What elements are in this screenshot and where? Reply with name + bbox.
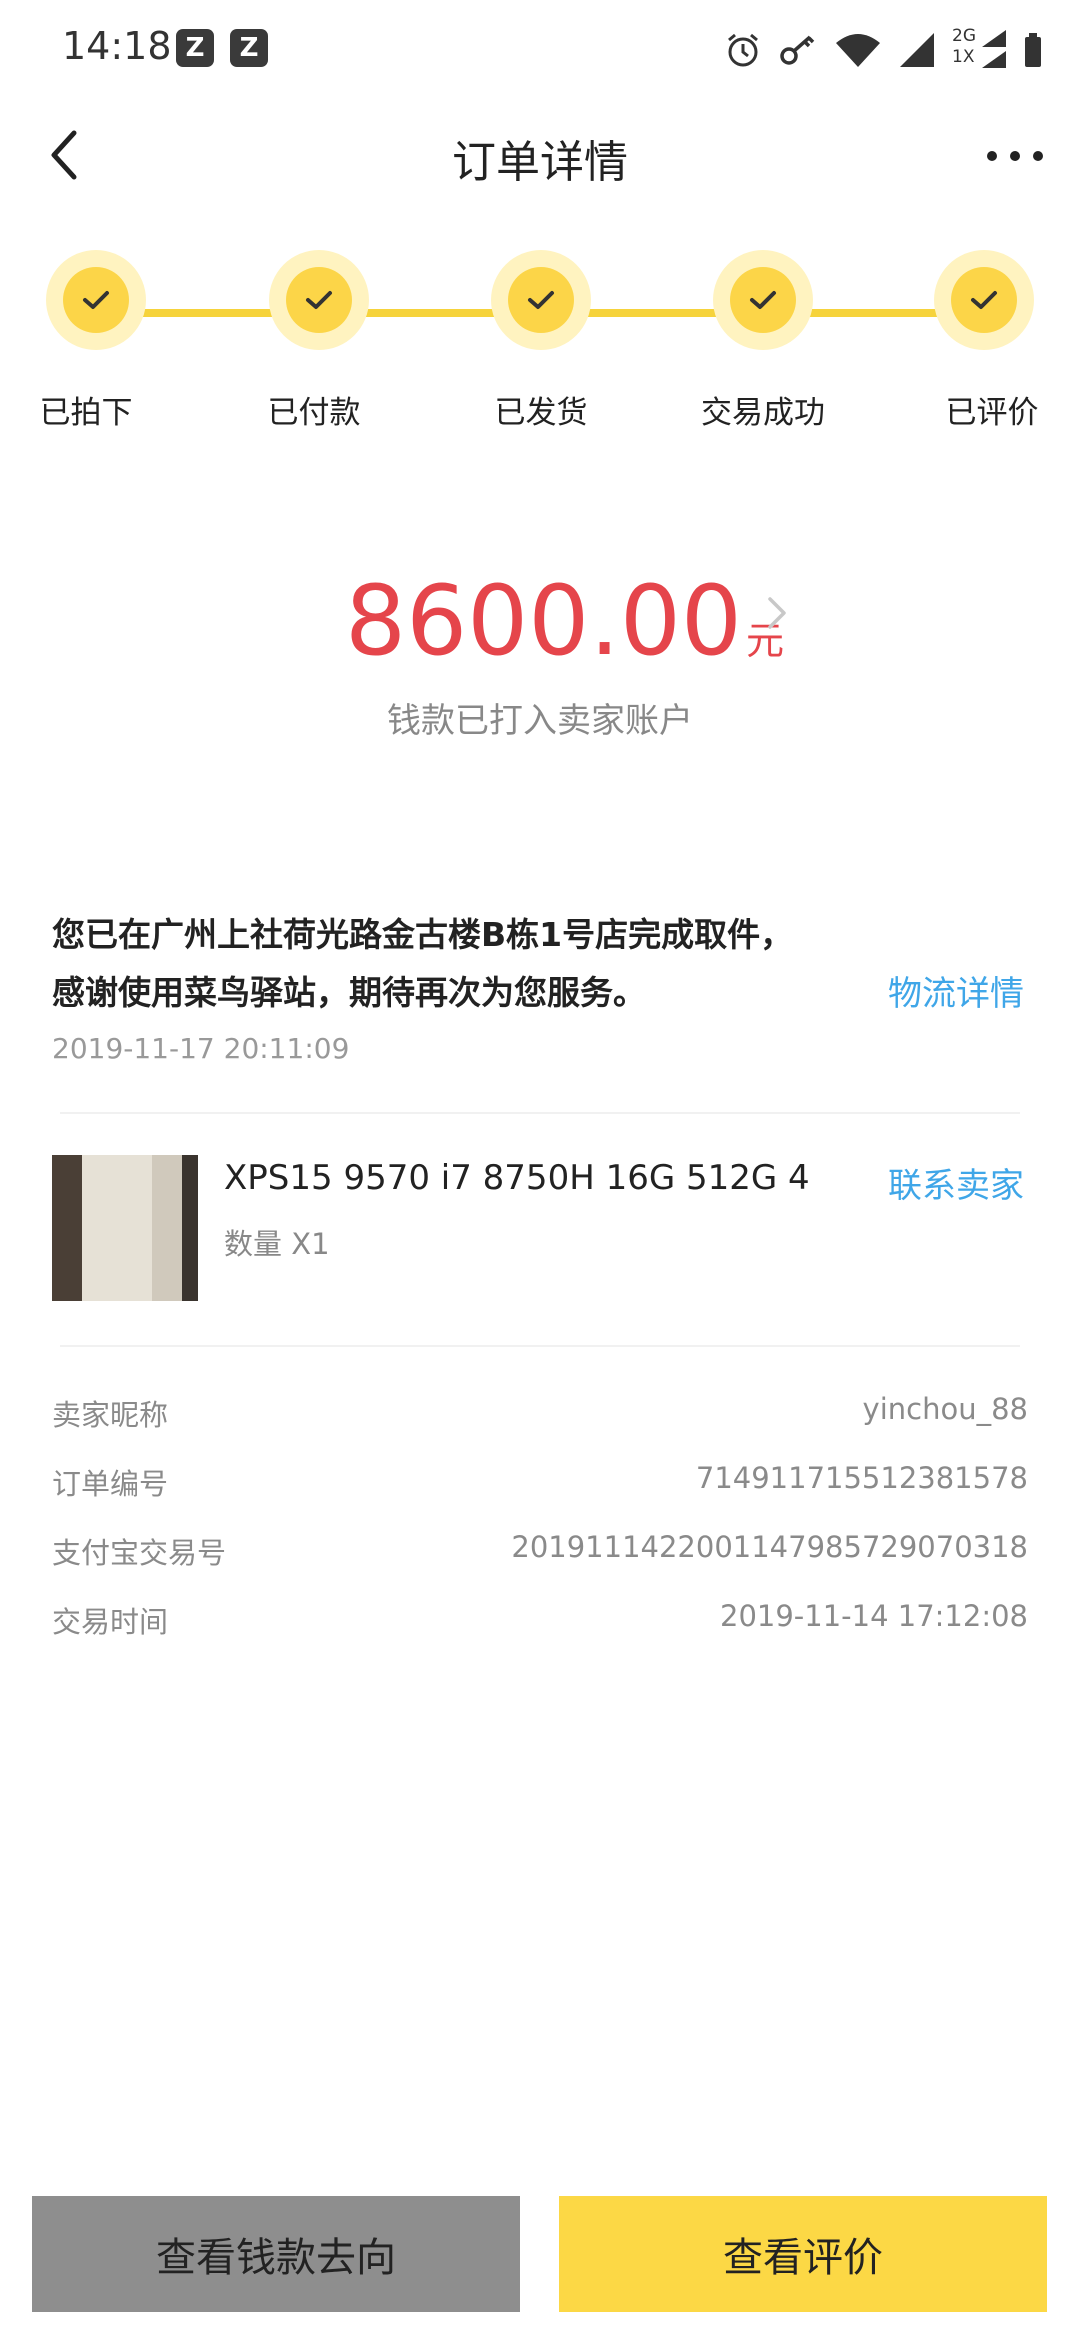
amount-section[interactable]: 8600.00 元 钱款已打入卖家账户 <box>0 565 1080 765</box>
pickup-info: 您已在广州上社荷光路金古楼B栋1号店完成取件， 感谢使用菜鸟驿站，期待再次为您服… <box>52 906 1032 1065</box>
step-circle <box>269 250 369 350</box>
check-icon <box>971 291 997 309</box>
amount-value: 8600.00 <box>345 565 742 677</box>
status-time: 14:18 <box>62 24 172 68</box>
info-row: 卖家昵称 yinchou_88 <box>52 1392 1028 1461</box>
contact-seller-link[interactable]: 联系卖家 <box>888 1158 1024 1207</box>
signal-icon <box>900 33 934 67</box>
progress-step: 交易成功 <box>673 250 853 432</box>
pickup-message-line2: 感谢使用菜鸟驿站，期待再次为您服务。 <box>52 973 646 1012</box>
step-label: 已付款 <box>267 395 361 431</box>
info-row: 交易时间 2019-11-14 17:12:08 <box>52 1599 1028 1668</box>
info-row: 订单编号 714911715512381578 <box>52 1461 1028 1530</box>
wifi-icon <box>836 34 880 67</box>
progress-step: 已拍下 <box>6 250 186 432</box>
info-value: 2019-11-14 17:12:08 <box>720 1599 1028 1633</box>
chevron-right-icon[interactable] <box>765 593 789 633</box>
network-top-label: 2G <box>952 26 976 46</box>
check-icon <box>528 291 554 309</box>
key-icon <box>780 35 815 65</box>
signal-2g-icon: 2G 1X <box>952 26 1008 70</box>
step-circle <box>934 250 1034 350</box>
product-thumbnail[interactable] <box>52 1155 198 1301</box>
product-name[interactable]: XPS15 9570 i7 8750H 16G 512G 4 <box>224 1158 810 1198</box>
info-label: 支付宝交易号 <box>52 1536 227 1570</box>
info-row: 支付宝交易号 2019111422001147985729070318 <box>52 1530 1028 1599</box>
step-circle <box>491 250 591 350</box>
divider <box>60 1112 1020 1114</box>
order-info: 卖家昵称 yinchou_88 订单编号 714911715512381578 … <box>52 1392 1028 1668</box>
info-label: 交易时间 <box>52 1605 169 1639</box>
step-label: 已评价 <box>945 395 1039 431</box>
order-progress: 已拍下 已付款 已发货 交易成功 已评价 <box>0 250 1080 450</box>
check-icon <box>306 291 332 309</box>
nav-bar: 订单详情 <box>0 100 1080 210</box>
z-app-icon: Z <box>176 29 214 67</box>
step-label: 交易成功 <box>701 395 825 431</box>
progress-step: 已评价 <box>894 250 1074 432</box>
product-quantity: 数量 X1 <box>224 1227 330 1261</box>
z-app-icon: Z <box>230 29 268 67</box>
page-title: 订单详情 <box>452 137 628 188</box>
divider <box>60 1345 1020 1347</box>
info-value: yinchou_88 <box>862 1392 1028 1426</box>
step-label: 已拍下 <box>39 395 133 431</box>
info-value: 714911715512381578 <box>695 1461 1028 1495</box>
step-circle <box>46 250 146 350</box>
more-icon[interactable] <box>980 128 1050 184</box>
progress-step: 已发货 <box>451 250 631 432</box>
logistics-details-link[interactable]: 物流详情 <box>888 966 1024 1015</box>
progress-step: 已付款 <box>229 250 409 432</box>
pickup-time: 2019-11-17 20:11:09 <box>52 1032 350 1065</box>
check-icon <box>750 291 776 309</box>
info-label: 卖家昵称 <box>52 1398 169 1432</box>
view-review-button[interactable]: 查看评价 <box>559 2196 1047 2312</box>
network-bottom-label: 1X <box>952 47 975 67</box>
step-circle <box>713 250 813 350</box>
check-icon <box>83 291 109 309</box>
amount-note: 钱款已打入卖家账户 <box>387 701 693 741</box>
view-funds-flow-button[interactable]: 查看钱款去向 <box>32 2196 520 2312</box>
battery-icon <box>1025 33 1041 67</box>
info-value: 2019111422001147985729070318 <box>511 1530 1028 1564</box>
step-label: 已发货 <box>494 395 588 431</box>
status-icons: 2G 1X <box>724 26 1042 72</box>
info-label: 订单编号 <box>52 1467 169 1501</box>
pickup-message-line1: 您已在广州上社荷光路金古楼B栋1号店完成取件， <box>52 915 794 954</box>
status-bar: 14:18 Z Z 2G 1X <box>0 0 1080 100</box>
alarm-icon <box>728 33 758 67</box>
